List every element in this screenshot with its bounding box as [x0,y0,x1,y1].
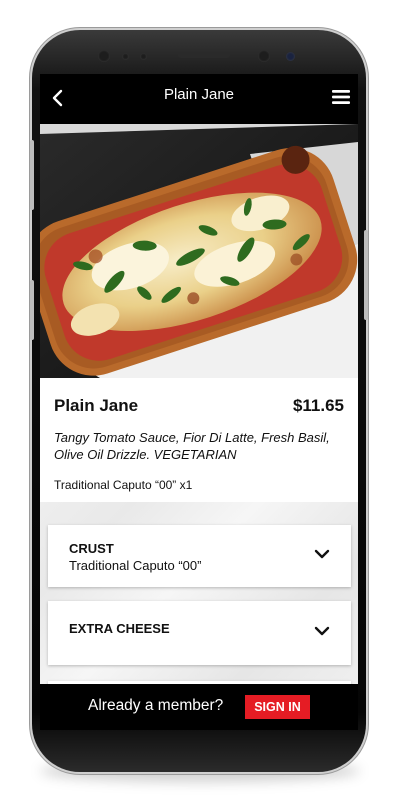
iris-scanner-icon [258,50,270,62]
sensor-icon [122,53,129,60]
front-camera-icon [98,50,110,62]
sign-in-button[interactable]: SIGN IN [245,695,310,719]
volume-up-button [30,140,34,210]
product-selection-summary: Traditional Caputo “00” x1 [54,478,193,492]
sign-in-bar: Already a member? SIGN IN [40,684,358,730]
hamburger-menu-icon[interactable] [330,86,352,108]
crust-option-dropdown[interactable]: CRUST Traditional Caputo “00” [48,525,351,587]
volume-down-button [30,280,34,340]
sensor-icon [140,53,147,60]
member-prompt: Already a member? [88,697,224,714]
app-screen: Plain Jane Plain Jane $11.65 Tangy Tomat… [40,74,358,730]
option-title: EXTRA CHEESE [69,621,170,636]
product-price: $11.65 [292,396,344,415]
proximity-sensor-icon [286,52,295,61]
product-image [40,124,358,378]
option-value: Traditional Caputo “00” [69,558,202,573]
extra-cheese-option-dropdown[interactable]: EXTRA CHEESE [48,601,351,665]
product-description: Tangy Tomato Sauce, Fior Di Latte, Fresh… [54,430,330,462]
earpiece-speaker [178,52,230,58]
option-title: CRUST [69,541,114,556]
power-button [364,230,368,320]
top-bar: Plain Jane [40,74,358,122]
chevron-down-icon[interactable] [313,622,331,640]
chevron-down-icon[interactable] [313,545,331,563]
page-title: Plain Jane [163,86,235,103]
product-name: Plain Jane [54,396,139,415]
product-info-card: Plain Jane $11.65 Tangy Tomato Sauce, Fi… [40,378,358,502]
pizza-image [40,124,358,378]
product-details: Plain Jane $11.65 Tangy Tomato Sauce, Fi… [40,378,358,684]
